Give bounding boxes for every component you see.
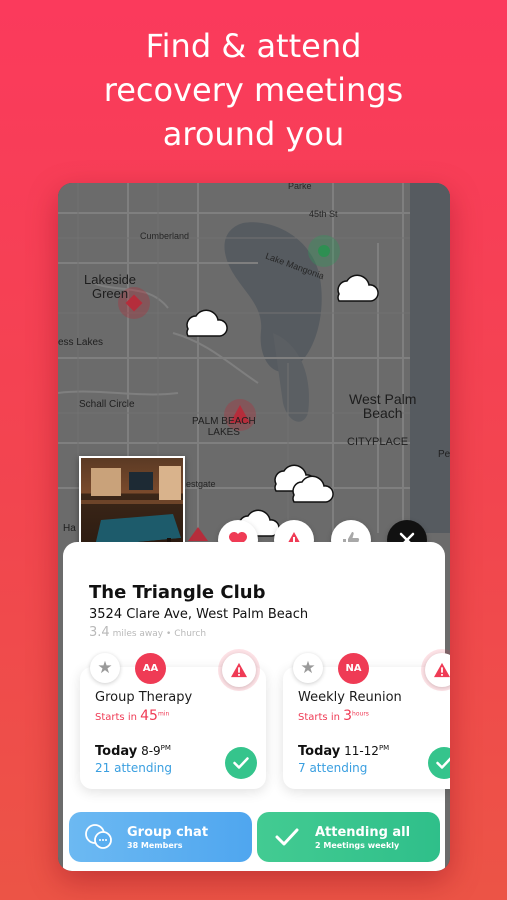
check-icon: [271, 821, 303, 853]
meeting-time: Today 11-12PM: [298, 744, 389, 759]
warning-icon: [434, 662, 450, 678]
meeting-time-range: 8-9: [141, 744, 161, 758]
meeting-day: Today: [95, 744, 138, 759]
meeting-time-suffix: PM: [378, 744, 390, 752]
meeting-starts: Starts in 3hours: [298, 708, 369, 724]
check-icon: [436, 757, 450, 769]
meeting-alert-button[interactable]: [425, 653, 450, 687]
headline-line-1: Find & attend: [145, 27, 362, 65]
meeting-time-suffix: PM: [160, 744, 171, 752]
attending-all-text: Attending all 2 Meetings weekly: [315, 825, 410, 850]
map-label-ess-lakes: ess Lakes: [58, 337, 104, 348]
meeting-starts-unit: hours: [352, 710, 369, 718]
map-marker-cloud-2[interactable]: [337, 274, 379, 302]
venue-distance: 3.4: [89, 625, 110, 640]
map-marker-cloud-3[interactable]: [274, 464, 334, 503]
venue-distance-unit: miles away: [112, 629, 164, 639]
group-chat-members: 38 Members: [127, 840, 183, 850]
map-label-estgate: estgate: [186, 479, 216, 489]
meeting-starts-unit: min: [157, 710, 170, 718]
headline-line-2: recovery meetings: [103, 71, 404, 109]
lake-mangonia-water: [224, 222, 322, 372]
star-icon[interactable]: ★: [293, 653, 323, 683]
map-label-schall-circle: Schall Circle: [79, 399, 135, 410]
chat-icon: [83, 821, 115, 853]
group-chat-text: Group chat 38 Members: [127, 825, 208, 850]
map-label-palm-beach-lakes: PALM BEACH LAKES: [192, 416, 256, 438]
group-chat-title: Group chat: [127, 824, 209, 840]
map-label-west-palm-beach: West Palm Beach: [349, 392, 416, 420]
group-chat-button[interactable]: Group chat 38 Members: [69, 812, 252, 862]
map-label-lakeside-green: Lakeside Green: [84, 273, 136, 301]
meeting-title: Group Therapy: [95, 690, 193, 705]
chat-bubbles-graphic: [85, 824, 112, 849]
meeting-alert-button[interactable]: [222, 653, 256, 687]
attending-all-button[interactable]: Attending all 2 Meetings weekly: [257, 812, 440, 862]
map-label-cumberland: Cumberland: [140, 231, 190, 241]
map-label-cityplace: CITYPLACE: [347, 436, 409, 448]
headline: Find & attend recovery meetings around y…: [0, 24, 507, 156]
star-icon[interactable]: ★: [90, 653, 120, 683]
attend-check-button[interactable]: [428, 747, 450, 779]
meeting-title: Weekly Reunion: [298, 690, 402, 705]
venue-separator: •: [166, 629, 172, 639]
meeting-card[interactable]: ★ NA Weekly Reunion Starts in 3hours Tod…: [283, 653, 450, 789]
phone-screen: Lakeside Green ess Lakes Schall Circle P…: [58, 183, 450, 871]
meeting-day: Today: [298, 744, 341, 759]
map-label-parke: Parke: [288, 183, 312, 191]
warning-icon: [231, 662, 247, 678]
meeting-starts-value: 3: [343, 708, 353, 724]
venue-type: Church: [174, 629, 207, 639]
meeting-badge: AA: [135, 653, 166, 684]
map-marker-cloud-1[interactable]: [186, 309, 228, 337]
intracoastal-water: [410, 183, 450, 533]
attending-all-sub: 2 Meetings weekly: [315, 840, 400, 850]
meeting-starts: Starts in 45min: [95, 708, 169, 724]
headline-line-3: around you: [162, 115, 345, 153]
meeting-badge: NA: [338, 653, 369, 684]
map-label-45th-st: 45th St: [309, 209, 338, 219]
map-label-pe: Pe: [438, 449, 450, 460]
map-marker-red-small[interactable]: [188, 527, 208, 541]
meeting-starts-value: 45: [140, 708, 158, 724]
meeting-attending[interactable]: 7 attending: [298, 761, 367, 775]
meeting-attending[interactable]: 21 attending: [95, 761, 172, 775]
venue-meta: 3.4 miles away • Church: [89, 625, 206, 640]
check-icon: [233, 757, 249, 769]
meeting-time-range: 11-12: [344, 744, 379, 758]
attend-check-button[interactable]: [225, 747, 257, 779]
map-marker-green[interactable]: [308, 235, 340, 267]
map-label-west-palm-beach-text: West Palm Beach: [349, 391, 417, 421]
meeting-time: Today 8-9PM: [95, 744, 171, 759]
venue-name: The Triangle Club: [89, 582, 266, 603]
check-graphic: [275, 828, 299, 846]
map-label-lakeside-green-text: Lakeside Green: [84, 272, 137, 301]
attending-all-title: Attending all: [315, 824, 411, 840]
venue-address: 3524 Clare Ave, West Palm Beach: [89, 607, 309, 622]
map-label-ha: Ha: [63, 523, 76, 534]
meeting-card[interactable]: ★ AA Group Therapy Starts in 45min Today…: [80, 653, 266, 789]
meeting-starts-prefix: Starts in: [95, 712, 137, 723]
meeting-starts-prefix: Starts in: [298, 712, 340, 723]
